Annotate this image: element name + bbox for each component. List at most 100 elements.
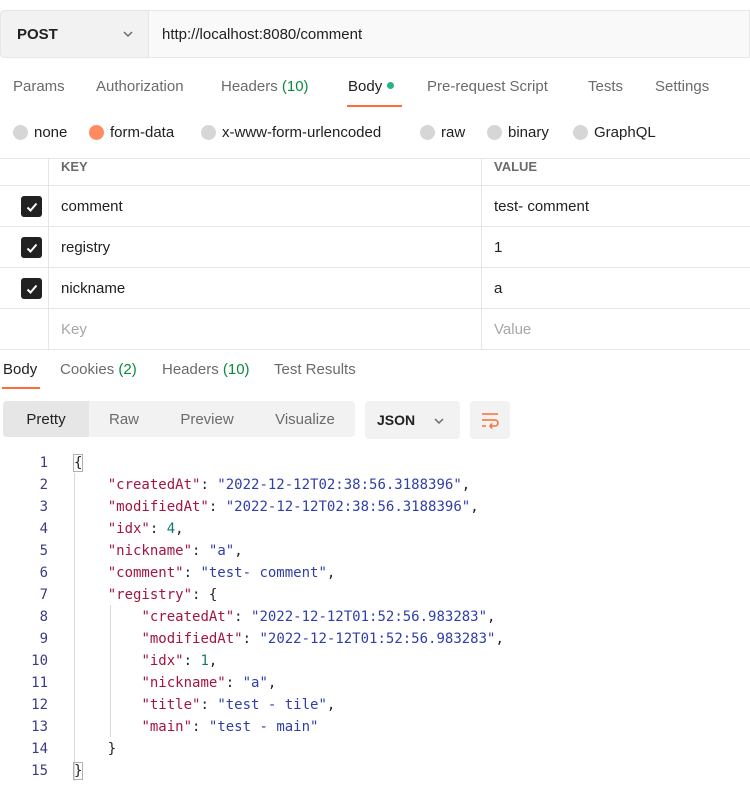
row-checkbox[interactable] [21, 278, 42, 299]
table-header: KEY VALUE [0, 159, 750, 186]
open-brace: { [72, 454, 84, 472]
value-input[interactable]: test- comment [482, 186, 750, 226]
wrap-lines-button[interactable] [470, 401, 510, 439]
row-checkbox-cell [0, 268, 49, 308]
value-column-header: VALUE [494, 159, 538, 174]
tab-response-headers-count: (10) [222, 361, 250, 378]
line-number: 15 [31, 763, 48, 779]
row-checkbox[interactable] [21, 237, 42, 258]
close-brace: } [72, 762, 84, 780]
response-json-viewer[interactable]: 1{ 2 "createdAt": "2022-12-12T02:38:56.3… [0, 451, 750, 800]
response-tabs: Body Cookies (2) Headers (10) Test Resul… [0, 361, 750, 389]
line-number: 2 [39, 477, 48, 493]
header-checkbox-cell [0, 159, 49, 185]
registry-nickname-value: a [251, 675, 260, 691]
line-number: 14 [31, 741, 48, 757]
new-value-input[interactable]: Value [482, 309, 750, 349]
radio-raw[interactable]: raw [420, 124, 465, 141]
tab-headers[interactable]: Headers (10) [221, 78, 309, 95]
radio-raw-label: raw [441, 124, 466, 141]
tab-cookies-count: (2) [118, 361, 137, 378]
tab-pre-request-script[interactable]: Pre-request Script [427, 78, 548, 95]
view-visualize-button[interactable]: Visualize [255, 401, 355, 437]
active-tab-underline [347, 105, 402, 107]
code-line: 12 "title": "test - tile", [0, 694, 750, 716]
tab-response-headers[interactable]: Headers (10) [162, 361, 250, 378]
line-number: 5 [39, 543, 48, 559]
wrap-lines-icon [482, 413, 499, 429]
registry-idx-value: 1 [200, 653, 209, 669]
request-bar: POST http://localhost:8080/comment [0, 10, 750, 58]
method-select[interactable]: POST [0, 10, 148, 58]
code-line: 2 "createdAt": "2022-12-12T02:38:56.3188… [0, 474, 750, 496]
view-preview-button[interactable]: Preview [159, 401, 255, 437]
table-row-new: Key Value [0, 309, 750, 350]
method-label: POST [17, 25, 58, 43]
code-line: 1{ [0, 452, 750, 474]
tab-params[interactable]: Params [13, 78, 65, 95]
tab-response-body[interactable]: Body [3, 361, 37, 378]
tab-test-results[interactable]: Test Results [274, 361, 356, 378]
tab-body[interactable]: Body [348, 78, 395, 95]
radio-graphql[interactable]: GraphQL [573, 124, 656, 141]
code-line: 13 "main": "test - main" [0, 716, 750, 738]
nickname-value: a [217, 543, 226, 559]
view-pretty-button[interactable]: Pretty [3, 401, 89, 437]
code-line: 11 "nickname": "a", [0, 672, 750, 694]
line-number: 11 [31, 675, 48, 691]
code-line: 4 "idx": 4, [0, 518, 750, 540]
radio-binary[interactable]: binary [487, 124, 549, 141]
line-number: 12 [31, 697, 48, 713]
radio-form-data[interactable]: form-data [89, 124, 174, 141]
view-raw-button[interactable]: Raw [89, 401, 159, 437]
tab-body-label: Body [348, 78, 383, 95]
radio-none-label: none [34, 124, 68, 141]
registry-modified-at-value: 2022-12-12T01:52:56.983283 [267, 631, 488, 647]
line-number: 13 [31, 719, 48, 735]
check-icon [26, 284, 37, 294]
key-input[interactable]: nickname [49, 268, 482, 308]
tab-headers-count: (10) [281, 78, 309, 95]
url-text: http://localhost:8080/comment [162, 25, 363, 43]
registry-title-value: test - tile [225, 697, 319, 713]
registry-created-at-value: 2022-12-12T01:52:56.983283 [259, 609, 479, 625]
radio-urlencoded-label: x-www-form-urlencoded [222, 124, 382, 141]
active-tab-underline [2, 387, 40, 389]
row-checkbox-cell [0, 309, 49, 349]
value-input[interactable]: 1 [482, 227, 750, 267]
radio-circle-icon [573, 125, 588, 140]
code-line: 6 "comment": "test- comment", [0, 562, 750, 584]
code-line: 7 "registry": { [0, 584, 750, 606]
body-type-radios: none form-data x-www-form-urlencoded raw… [0, 124, 750, 144]
table-row: nickname a [0, 268, 750, 309]
radio-circle-icon [201, 125, 216, 140]
key-input[interactable]: registry [49, 227, 482, 267]
radio-selected-icon [89, 125, 104, 140]
radio-none[interactable]: none [13, 124, 67, 141]
row-checkbox[interactable] [21, 196, 42, 217]
tab-tests[interactable]: Tests [588, 78, 623, 95]
url-input[interactable]: http://localhost:8080/comment [148, 10, 750, 58]
registry-main-value: test - main [217, 719, 311, 735]
language-select[interactable]: JSON [365, 401, 460, 439]
tab-settings[interactable]: Settings [655, 78, 709, 95]
line-number: 10 [31, 653, 48, 669]
tab-cookies-label: Cookies [60, 361, 115, 378]
row-checkbox-cell [0, 186, 49, 226]
code-line: 10 "idx": 1, [0, 650, 750, 672]
tab-authorization[interactable]: Authorization [96, 78, 184, 95]
new-key-input[interactable]: Key [49, 309, 482, 349]
line-number: 8 [39, 609, 48, 625]
radio-urlencoded[interactable]: x-www-form-urlencoded [201, 124, 381, 141]
table-row: registry 1 [0, 227, 750, 268]
table-row: comment test- comment [0, 186, 750, 227]
language-label: JSON [377, 412, 416, 428]
key-input[interactable]: comment [49, 186, 482, 226]
code-line: 3 "modifiedAt": "2022-12-12T02:38:56.318… [0, 496, 750, 518]
row-checkbox-cell [0, 227, 49, 267]
code-line: 8 "createdAt": "2022-12-12T01:52:56.9832… [0, 606, 750, 628]
value-input[interactable]: a [482, 268, 750, 308]
line-number: 1 [39, 455, 48, 471]
idx-value: 4 [166, 521, 176, 537]
tab-cookies[interactable]: Cookies (2) [60, 361, 137, 378]
